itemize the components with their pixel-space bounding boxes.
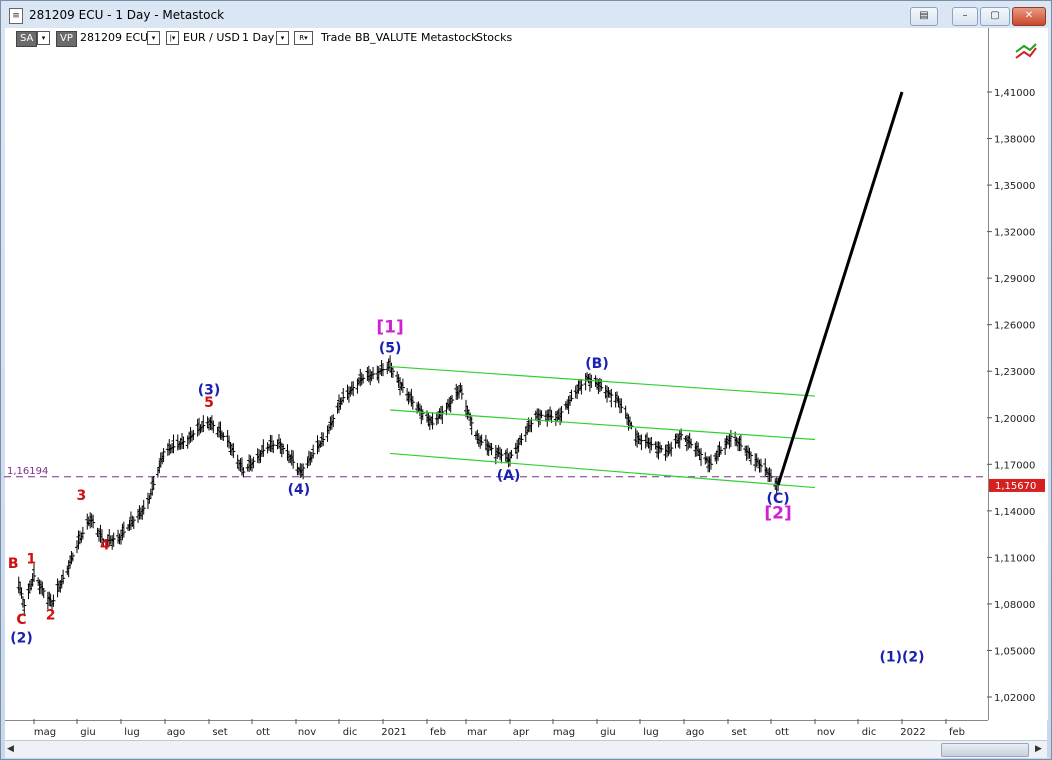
minimize-button[interactable]: – [952, 7, 978, 26]
source-label: BB_VALUTE [355, 31, 418, 44]
scroll-right-icon[interactable]: ▶ [1035, 744, 1042, 754]
axis-corner [988, 720, 1047, 740]
symbol-label: 281209 ECU [80, 31, 149, 44]
trade-label: Trade [321, 31, 352, 44]
r-label: R [299, 34, 305, 42]
maximize-icon: ▢ [990, 10, 1000, 21]
close-icon: ✕ [1024, 10, 1034, 21]
price-axis [988, 28, 1048, 720]
r-dropdown[interactable]: R▾ [294, 31, 313, 45]
document-icon: ≡ [9, 8, 23, 24]
date-axis [5, 720, 988, 741]
scroll-left-icon[interactable]: ◀ [7, 744, 14, 754]
vp-button[interactable]: VP [56, 31, 77, 47]
restore-button[interactable]: ▤ [910, 7, 938, 26]
maximize-button[interactable]: ▢ [980, 7, 1010, 26]
restore-icon: ▤ [919, 10, 929, 21]
close-button[interactable]: ✕ [1012, 7, 1046, 26]
period-label: 1 Day [242, 31, 275, 44]
sa-button[interactable]: SA [16, 31, 38, 47]
minimize-icon: – [962, 10, 968, 21]
chart-area[interactable] [5, 50, 988, 720]
chart-window: ≡ 281209 ECU - 1 Day - Metastock ▤ – ▢ ✕… [0, 0, 1052, 760]
scroll-thumb[interactable] [941, 743, 1029, 757]
horizontal-scrollbar[interactable]: ◀ ▶ [5, 740, 1047, 758]
chart-toolbar: SA ▾ VP 281209 ECU ▾ |▾ EUR / USD 1 Day … [5, 28, 1047, 50]
title-bar[interactable]: ≡ 281209 ECU - 1 Day - Metastock ▤ – ▢ ✕ [1, 1, 1051, 31]
window-title: 281209 ECU - 1 Day - Metastock [29, 8, 225, 22]
period-dropdown-icon[interactable]: ▾ [276, 31, 289, 45]
category-label: Stocks [476, 31, 513, 44]
sa-dropdown-icon[interactable]: ▾ [37, 31, 50, 45]
group-label: Metastock [421, 31, 478, 44]
symbol-dropdown-icon[interactable]: ▾ [147, 31, 160, 45]
security-dropdown-icon[interactable]: |▾ [166, 31, 179, 45]
security-name: EUR / USD [183, 31, 240, 44]
